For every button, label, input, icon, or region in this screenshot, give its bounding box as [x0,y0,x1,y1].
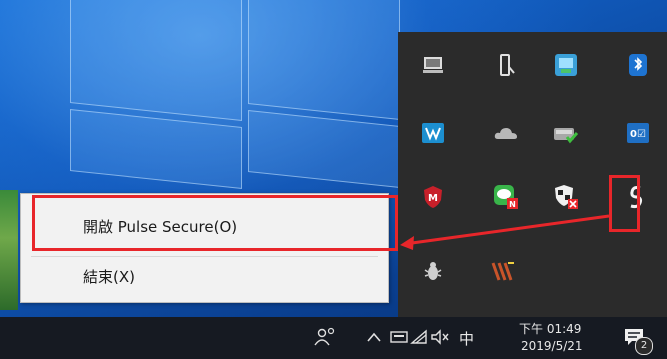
clock-date[interactable]: 2019/5/21 [521,339,583,353]
people-icon[interactable] [313,327,339,351]
ime-indicator[interactable]: 中 [459,328,474,349]
taskbar: 中 下午 01:49 2019/5/21 2 [0,317,667,359]
clock-time[interactable]: 下午 01:49 [519,320,581,337]
callout-arrow [400,214,610,250]
wifi-icon[interactable] [410,329,428,349]
notification-count-badge: 2 [635,337,653,355]
volume-muted-icon[interactable] [430,329,450,349]
show-hidden-icons-chevron-icon[interactable] [366,329,382,348]
keyboard-icon[interactable] [390,329,408,348]
